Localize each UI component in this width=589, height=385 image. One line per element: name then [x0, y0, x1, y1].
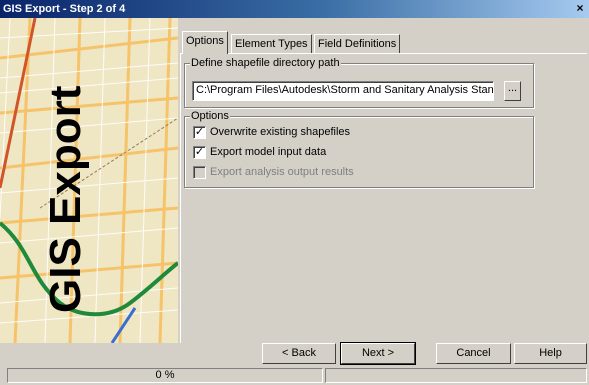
browse-button[interactable]: ...: [504, 81, 521, 101]
options-panel: Options Element Types Field Definitions …: [178, 18, 589, 343]
next-button[interactable]: Next >: [340, 342, 416, 365]
export-output-checkbox: Export analysis output results: [193, 166, 354, 180]
cancel-button[interactable]: Cancel: [436, 343, 511, 364]
close-icon[interactable]: ×: [573, 2, 587, 16]
help-button[interactable]: Help: [514, 343, 587, 364]
button-row: < Back Next > Cancel Help: [0, 342, 589, 365]
map-icon: GIS Export: [0, 18, 178, 343]
title-bar: GIS Export - Step 2 of 4 ×: [0, 0, 589, 18]
check-icon: ✓: [193, 146, 206, 159]
side-image-label: GIS Export: [41, 85, 90, 313]
directory-legend: Define shapefile directory path: [190, 57, 341, 69]
map-graphic: GIS Export: [0, 18, 178, 343]
check-icon: ✓: [193, 126, 206, 139]
status-pane: [325, 368, 587, 383]
checkbox-empty-icon: [193, 166, 206, 179]
overwrite-label: Overwrite existing shapefiles: [210, 126, 351, 138]
window-title: GIS Export - Step 2 of 4: [3, 3, 126, 15]
status-bar: 0 %: [0, 366, 589, 385]
options-legend: Options: [190, 110, 230, 122]
export-output-label: Export analysis output results: [210, 166, 354, 178]
tab-element-types[interactable]: Element Types: [231, 34, 312, 54]
export-input-checkbox[interactable]: ✓ Export model input data: [193, 146, 326, 160]
shapefile-path-field[interactable]: C:\Program Files\Autodesk\Storm and Sani…: [192, 81, 494, 101]
tab-field-definitions[interactable]: Field Definitions: [314, 34, 401, 54]
export-input-label: Export model input data: [210, 146, 327, 158]
back-button[interactable]: < Back: [262, 343, 336, 364]
overwrite-checkbox[interactable]: ✓ Overwrite existing shapefiles: [193, 126, 350, 140]
progress-bar: 0 %: [7, 368, 323, 383]
tab-options[interactable]: Options: [182, 31, 228, 54]
